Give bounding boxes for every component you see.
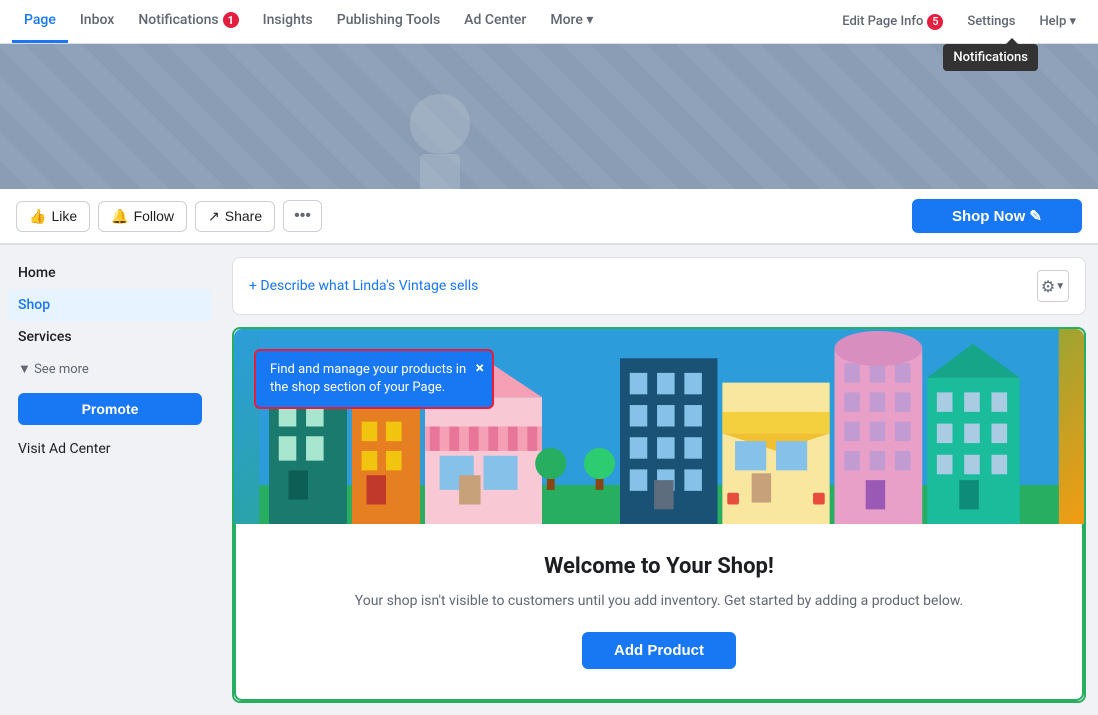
nav-tab-notifications-label: Notifications	[138, 12, 218, 28]
main-layout: Home Shop Services ▼ See more Promote Vi…	[0, 245, 1098, 715]
share-icon: ↗	[208, 208, 220, 225]
share-button[interactable]: ↗ Share	[195, 201, 275, 232]
tooltip-close-button[interactable]: ×	[476, 357, 485, 379]
help-label: Help ▾	[1039, 14, 1076, 29]
welcome-card: Welcome to Your Shop! Your shop isn't vi…	[234, 524, 1084, 701]
notifications-tooltip: Notifications	[943, 44, 1038, 71]
shop-tooltip: Find and manage your products in the sho…	[254, 349, 494, 409]
welcome-description: Your shop isn't visible to customers unt…	[256, 591, 1062, 612]
nav-tab-page-label: Page	[24, 12, 56, 28]
see-more-button[interactable]: ▼ See more	[8, 353, 212, 385]
welcome-title: Welcome to Your Shop!	[256, 554, 1062, 579]
sidebar-item-shop-label: Shop	[18, 297, 50, 313]
share-label: Share	[225, 208, 262, 224]
describe-section: + Describe what Linda's Vintage sells ⚙ …	[232, 257, 1086, 315]
nav-tab-inbox[interactable]: Inbox	[68, 0, 126, 43]
promote-label: Promote	[82, 401, 139, 417]
nav-tab-notifications[interactable]: Notifications 1	[126, 0, 250, 43]
shop-illustration: Find and manage your products in the sho…	[234, 329, 1084, 524]
sidebar-item-home[interactable]: Home	[8, 257, 212, 289]
sidebar-item-shop[interactable]: Shop	[8, 289, 212, 321]
nav-tab-insights-label: Insights	[263, 12, 313, 28]
promote-button[interactable]: Promote	[18, 393, 202, 425]
notifications-tooltip-text: Notifications	[953, 50, 1028, 65]
nav-tab-more[interactable]: More ▾	[538, 0, 605, 43]
sidebar-item-services[interactable]: Services	[8, 321, 212, 353]
nav-tab-page[interactable]: Page	[12, 0, 68, 43]
bell-icon: 🔔	[111, 208, 128, 225]
describe-link-text: + Describe what Linda's Vintage sells	[249, 278, 478, 294]
cover-photo	[0, 44, 1098, 189]
nav-tab-ad-center[interactable]: Ad Center	[452, 0, 538, 43]
content-area: + Describe what Linda's Vintage sells ⚙ …	[220, 245, 1098, 715]
action-buttons-group: 👍 Like 🔔 Follow ↗ Share •••	[16, 200, 322, 232]
edit-page-badge: 5	[927, 14, 943, 30]
nav-tab-more-label: More ▾	[550, 12, 593, 28]
nav-tab-inbox-label: Inbox	[80, 12, 114, 28]
nav-tab-publishing-tools[interactable]: Publishing Tools	[325, 0, 452, 43]
chevron-down-icon: ▼	[1055, 281, 1065, 292]
nav-tab-publishing-tools-label: Publishing Tools	[337, 12, 440, 28]
settings-button[interactable]: Settings	[957, 8, 1025, 35]
nav-tab-insights[interactable]: Insights	[251, 0, 325, 43]
page-actions-bar: 👍 Like 🔔 Follow ↗ Share ••• Shop Now ✎	[0, 189, 1098, 244]
see-more-label: ▼ See more	[18, 361, 89, 377]
notifications-badge: 1	[223, 12, 239, 28]
top-navigation: Page Inbox Notifications 1 Insights Publ…	[0, 0, 1098, 44]
follow-label: Follow	[134, 208, 174, 224]
visit-ad-center-link[interactable]: Visit Ad Center	[8, 433, 212, 465]
like-label: Like	[51, 208, 77, 224]
thumbs-up-icon: 👍	[29, 208, 46, 225]
nav-right-section: Edit Page Info 5 Settings Help ▾	[832, 0, 1086, 43]
gear-icon: ⚙	[1041, 277, 1055, 296]
shop-now-label: Shop Now ✎	[952, 207, 1042, 225]
nav-tab-ad-center-label: Ad Center	[464, 12, 526, 28]
like-button[interactable]: 👍 Like	[16, 201, 90, 232]
shop-now-button[interactable]: Shop Now ✎	[912, 199, 1082, 233]
shop-tooltip-text: Find and manage your products in the sho…	[270, 362, 466, 395]
describe-link[interactable]: + Describe what Linda's Vintage sells	[249, 278, 478, 294]
page-settings-icon[interactable]: ⚙ ▼	[1037, 270, 1069, 302]
settings-label: Settings	[967, 14, 1015, 29]
cover-decoration	[0, 44, 1098, 189]
visit-ad-center-label: Visit Ad Center	[18, 441, 111, 457]
sidebar: Home Shop Services ▼ See more Promote Vi…	[0, 245, 220, 715]
edit-page-info-label: Edit Page Info	[842, 14, 923, 29]
add-product-label: Add Product	[614, 642, 704, 659]
sidebar-item-home-label: Home	[18, 265, 56, 281]
sidebar-item-services-label: Services	[18, 329, 72, 345]
add-product-button[interactable]: Add Product	[582, 632, 736, 669]
more-actions-button[interactable]: •••	[283, 200, 322, 232]
follow-button[interactable]: 🔔 Follow	[98, 201, 187, 232]
help-button[interactable]: Help ▾	[1029, 8, 1086, 35]
edit-page-info-button[interactable]: Edit Page Info 5	[832, 8, 953, 36]
